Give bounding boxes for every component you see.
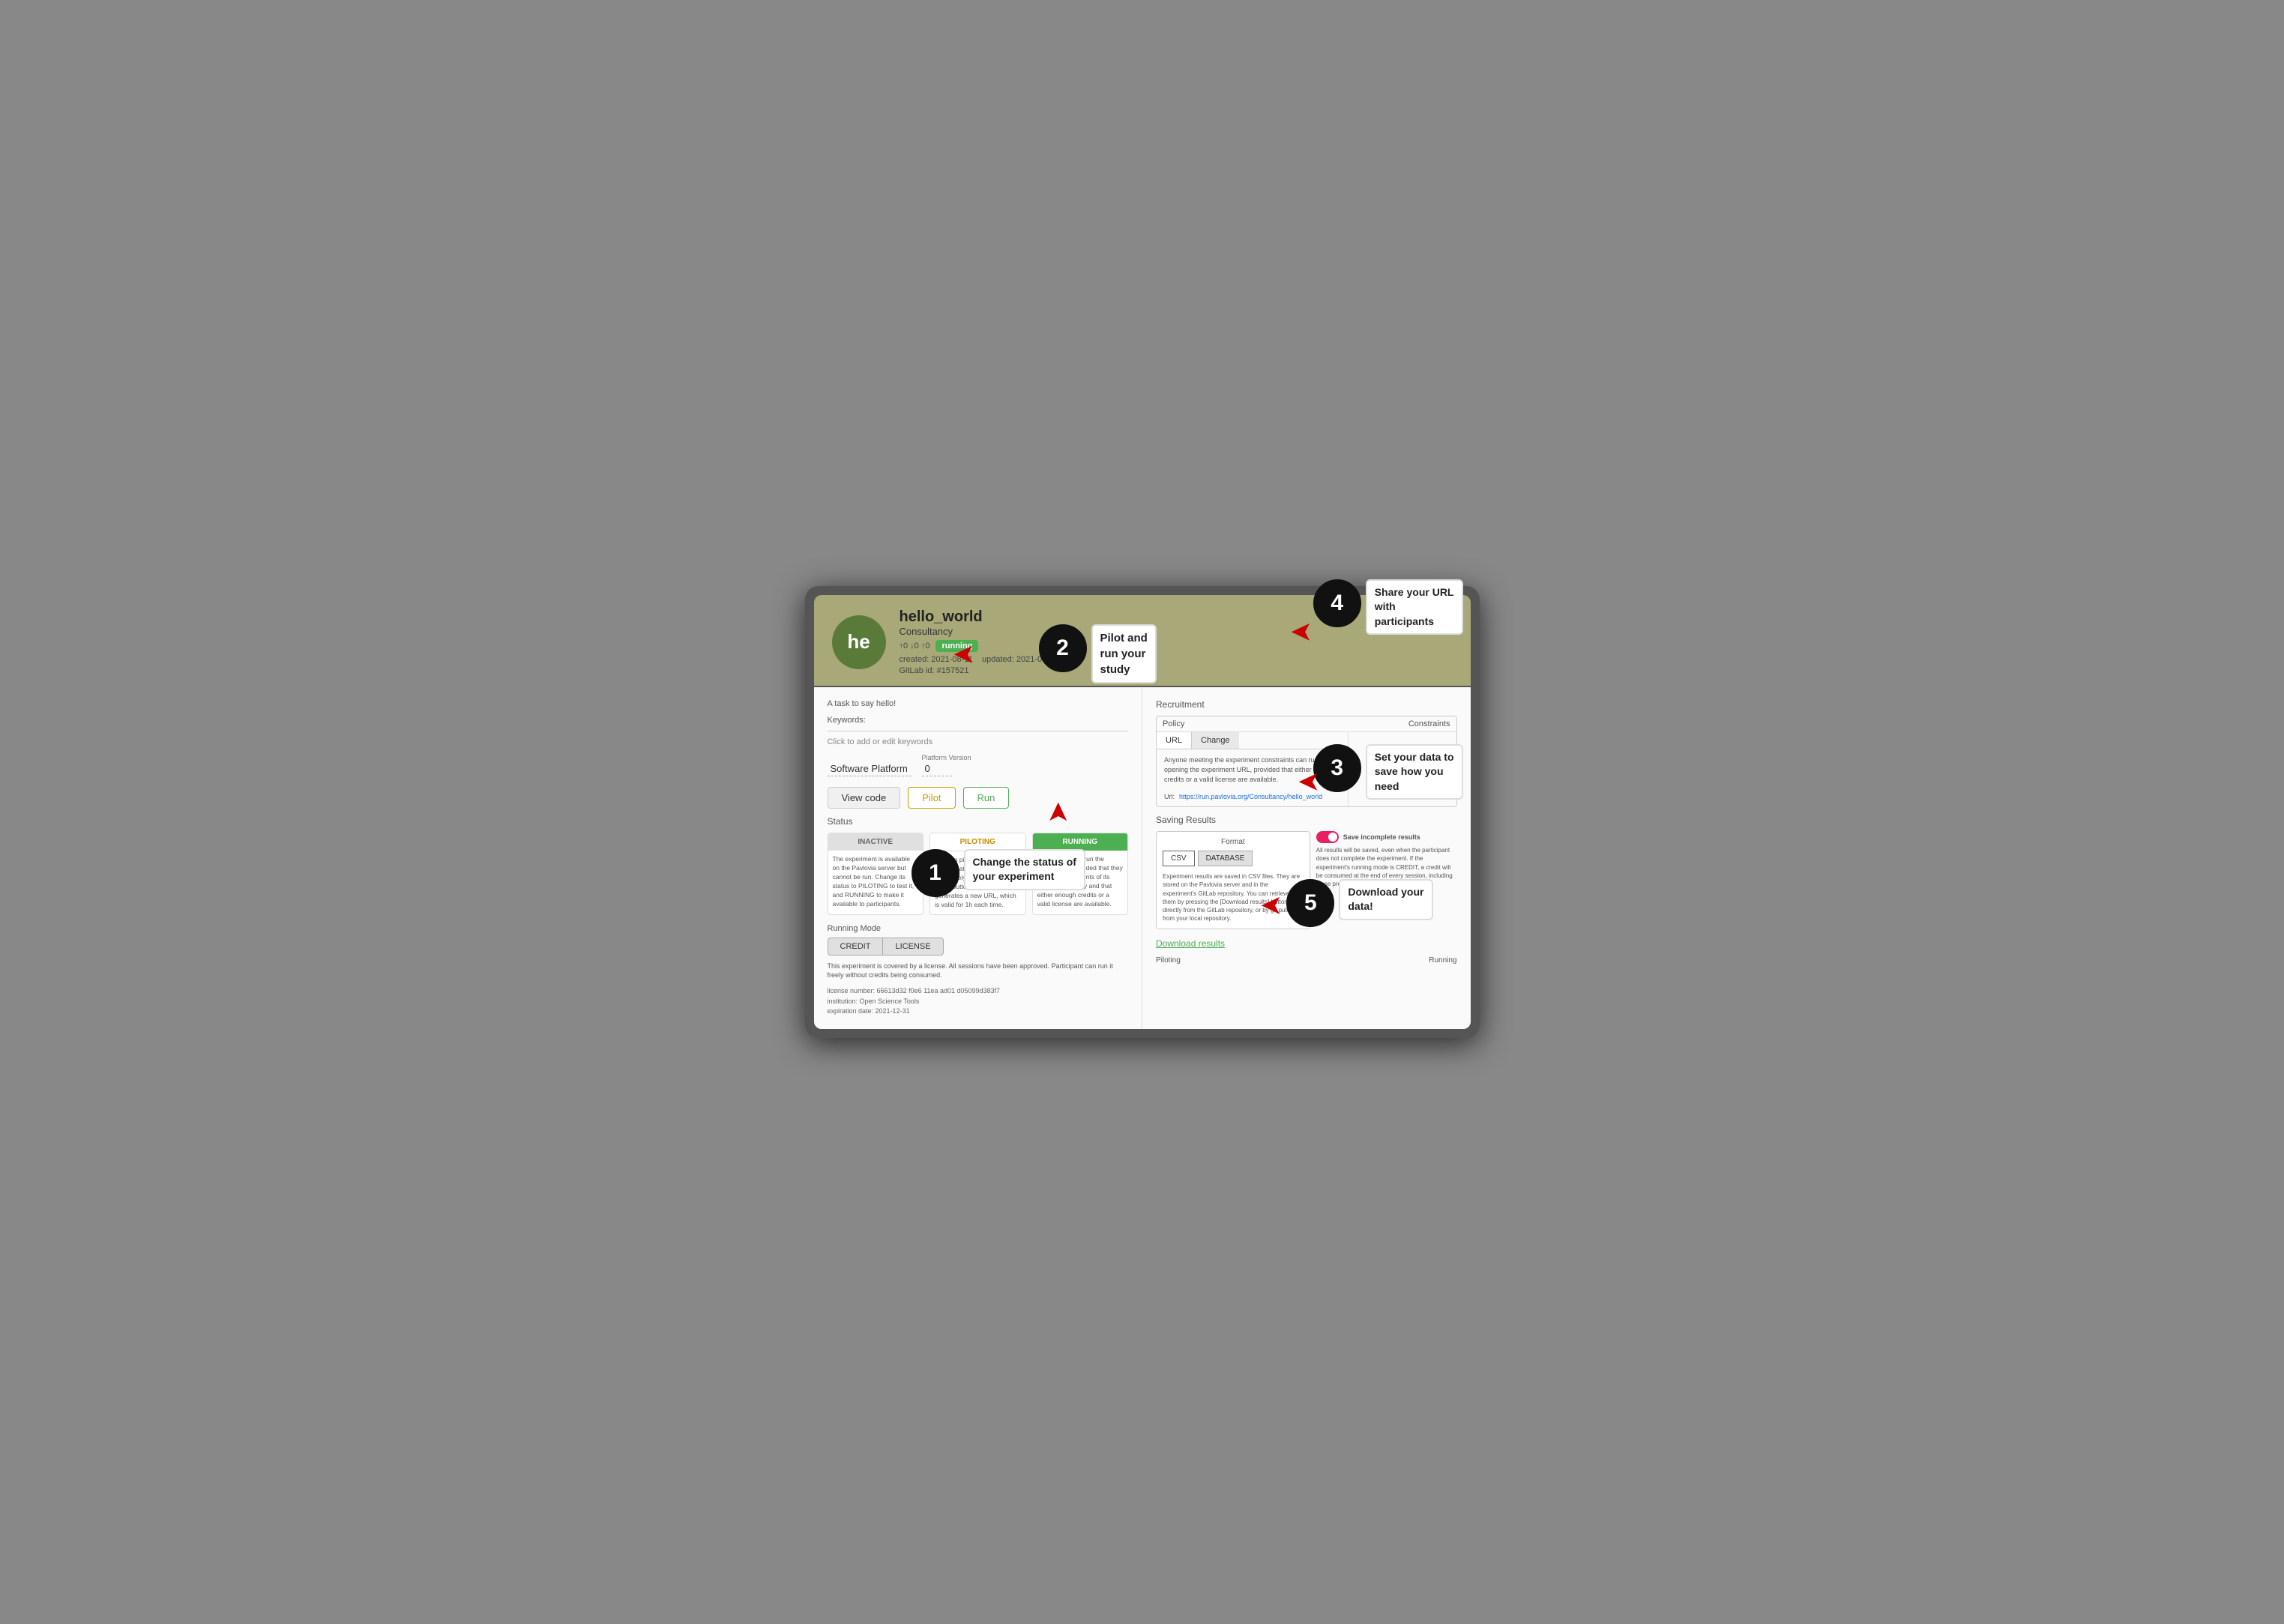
license-info: license number: 66613d32 f0e6 11ea ad01 … — [828, 986, 1129, 1017]
status-title: Status — [828, 816, 1129, 827]
running-mode-label: Running Mode — [828, 924, 1129, 933]
keywords-hint[interactable]: Click to add or edit keywords — [828, 737, 1129, 746]
task-description: A task to say hello! — [828, 699, 1129, 708]
circle-5: 5 — [1286, 879, 1334, 927]
toggle-row: Save incomplete results — [1316, 831, 1457, 843]
annotation-2: 2 Pilot and run your study — [1039, 624, 1157, 683]
annotation-4: 4 Share your URL with participants — [1313, 579, 1463, 636]
status-card-inactive: INACTIVE The experiment is available on … — [828, 833, 924, 914]
platform-row: Software Platform Platform Version 0 — [828, 754, 1129, 776]
credit-mode-button[interactable]: CREDIT — [828, 938, 884, 956]
stats: ↑0 ↓0 ↑0 — [900, 642, 930, 650]
arrow-2: ➤ — [953, 639, 975, 671]
annotation-3: 3 Set your data to save how you need — [1313, 744, 1463, 800]
csv-button[interactable]: CSV — [1163, 851, 1195, 866]
platform-version-label: Platform Version — [922, 754, 971, 761]
platform-version-value: 0 — [922, 761, 952, 776]
download-results-button[interactable]: Download results — [1156, 938, 1225, 949]
url-label: Url: — [1164, 793, 1175, 800]
license-text: This experiment is covered by a license.… — [828, 962, 1129, 980]
annotation-text-5: Download your data! — [1339, 879, 1432, 920]
circle-1: 1 — [912, 849, 959, 897]
saving-results-title: Saving Results — [1156, 815, 1457, 825]
sessions-row: Piloting Running — [1156, 956, 1457, 965]
platform-group: Software Platform — [828, 761, 912, 776]
recruitment-title: Recruitment — [1156, 699, 1457, 710]
save-incomplete-label: Save incomplete results — [1343, 833, 1420, 841]
constraints-label: Constraints — [1408, 719, 1450, 728]
platform-version-group: Platform Version 0 — [922, 754, 971, 776]
running-mode-buttons: CREDIT LICENSE — [828, 938, 1129, 956]
platform-select[interactable]: Software Platform — [828, 761, 912, 776]
piloting-label: Piloting — [1156, 956, 1181, 965]
annotation-5: 5 Download your data! — [1286, 879, 1432, 927]
screen: he hello_world Consultancy ↑0 ↓0 ↑0 runn… — [805, 586, 1480, 1037]
avatar: he — [832, 615, 886, 669]
circle-4: 4 — [1313, 579, 1361, 627]
action-buttons: View code Pilot Run — [828, 787, 1129, 809]
annotation-text-4: Share your URL with participants — [1366, 579, 1463, 636]
inactive-header: INACTIVE — [828, 833, 923, 851]
right-panel: Recruitment Policy Constraints URL Chang… — [1142, 687, 1471, 1028]
running-label: Running — [1429, 956, 1456, 965]
circle-2: 2 — [1039, 624, 1087, 672]
arrow-4: ➤ — [1290, 617, 1313, 648]
run-button[interactable]: Run — [963, 787, 1010, 809]
annotation-text-3: Set your data to save how you need — [1366, 744, 1463, 800]
download-section: Download results Piloting Running — [1156, 937, 1457, 965]
pilot-button[interactable]: Pilot — [908, 787, 955, 809]
annotation-1: 1 Change the status of your experiment — [912, 849, 1085, 897]
url-tab[interactable]: URL — [1157, 732, 1192, 749]
database-button[interactable]: DATABASE — [1198, 851, 1253, 866]
circle-3: 3 — [1313, 744, 1361, 792]
keywords-label: Keywords: — [828, 716, 1129, 725]
format-label: Format — [1163, 838, 1304, 846]
arrow-5: ➤ — [1260, 890, 1283, 922]
save-incomplete-toggle[interactable] — [1316, 831, 1339, 843]
license-mode-button[interactable]: LICENSE — [883, 938, 943, 956]
policy-label: Policy — [1163, 719, 1184, 728]
view-code-button[interactable]: View code — [828, 787, 901, 809]
arrow-3: ➤ — [1298, 767, 1320, 798]
running-mode-section: Running Mode CREDIT LICENSE This experim… — [828, 924, 1129, 1017]
gitlab-id: GitLab id: #157521 — [900, 666, 1453, 675]
format-buttons: CSV DATABASE — [1163, 851, 1304, 866]
created-meta: created: 2021-08-11 updated: 2021-08-11 — [900, 655, 1453, 664]
annotation-text-2: Pilot and run your study — [1091, 624, 1157, 683]
change-button[interactable]: Change — [1192, 732, 1239, 749]
arrow-1: ➤ — [1042, 800, 1073, 823]
inactive-body: The experiment is available on the Pavlo… — [828, 851, 923, 913]
annotation-text-1: Change the status of your experiment — [964, 849, 1085, 890]
header-stats: ↑0 ↓0 ↑0 running — [900, 640, 1453, 652]
